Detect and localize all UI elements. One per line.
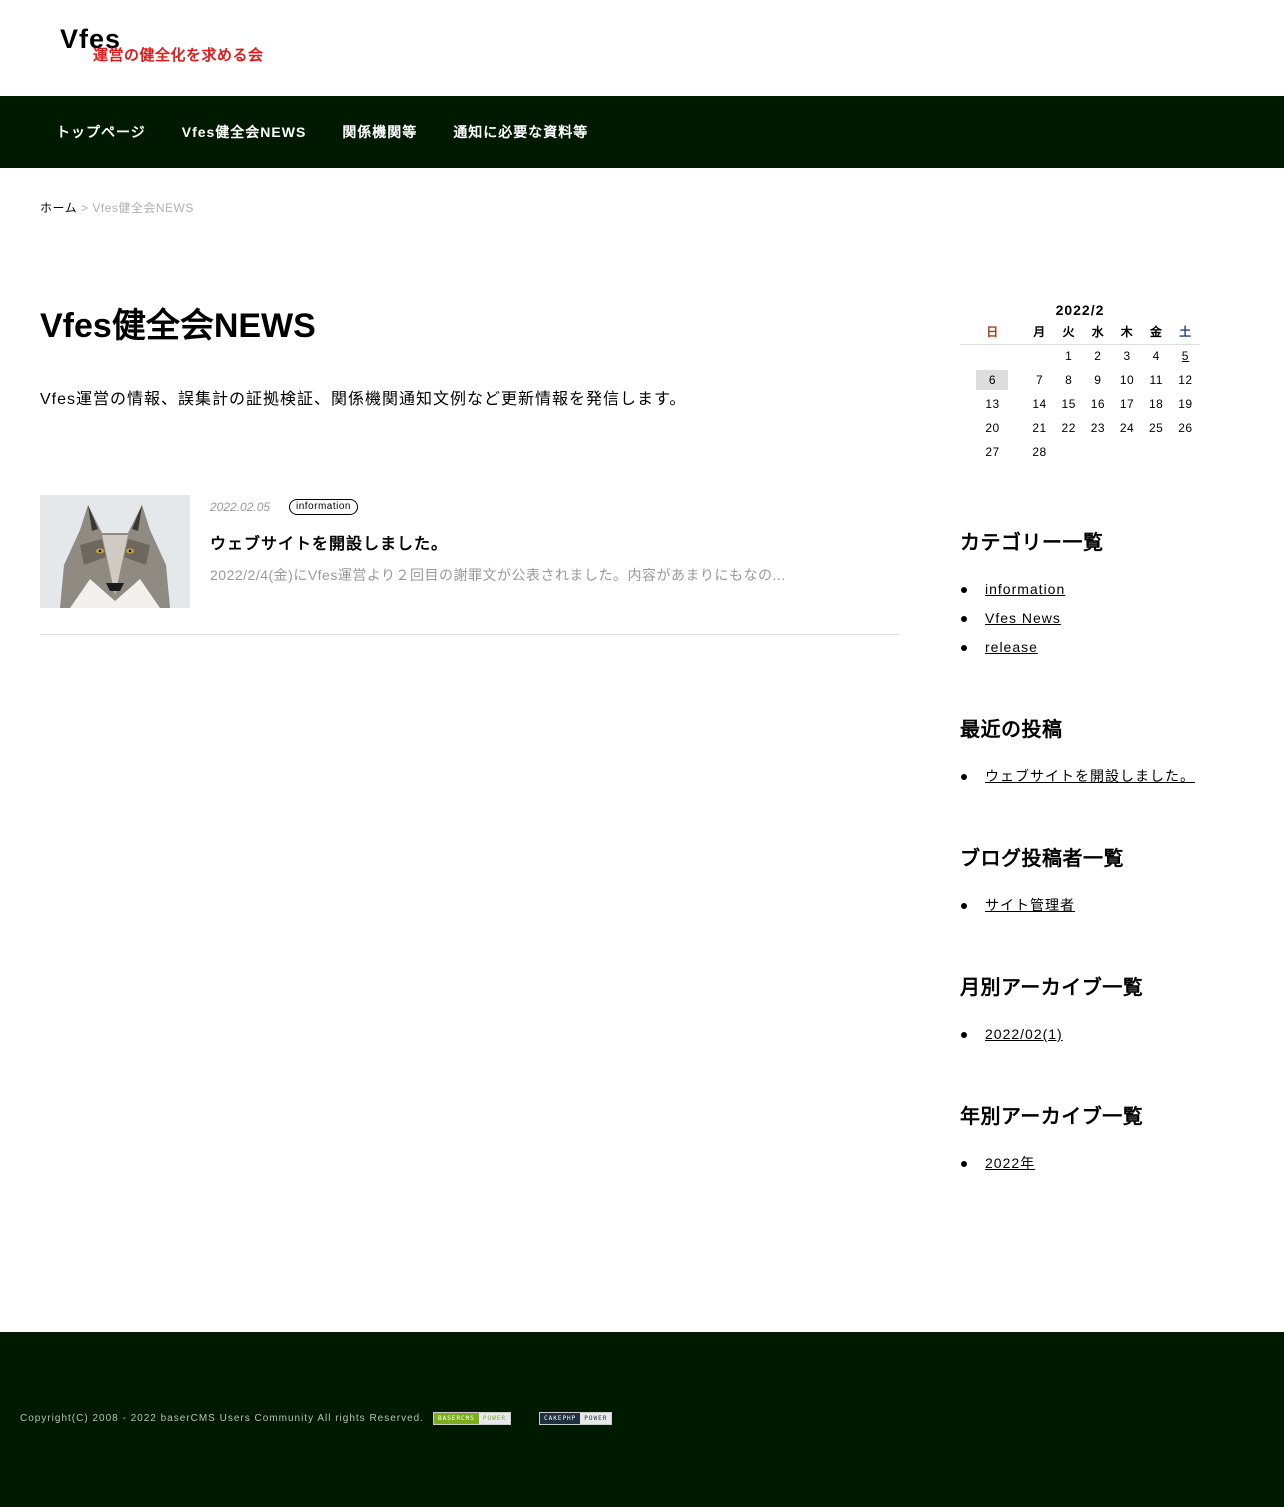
calendar-weekday: 土: [1170, 320, 1200, 345]
recent-posts-widget: 最近の投稿 ウェブサイトを開設しました。: [960, 717, 1220, 791]
calendar-caption: 2022/2: [1055, 302, 1105, 318]
calendar-empty-cell: [1142, 440, 1171, 464]
global-nav: トップページ Vfes健全会NEWS 関係機関等 通知に必要な資料等: [0, 96, 1284, 168]
calendar-day: 12: [1178, 373, 1193, 387]
yearly-archive-link[interactable]: 2022年: [960, 1149, 1220, 1178]
widget-title: カテゴリー一覧: [960, 532, 1104, 554]
logo-sub-text: 運営の健全化を求める会: [93, 47, 264, 64]
breadcrumb: ホーム > Vfes健全会NEWS: [40, 199, 194, 216]
calendar-weekday: 月: [1024, 320, 1055, 345]
calendar-day: 1: [1065, 349, 1073, 364]
site-header: Vfes 運営の健全化を求める会: [0, 0, 1284, 96]
recent-post-link[interactable]: ウェブサイトを開設しました。: [960, 762, 1220, 791]
calendar-day[interactable]: 5: [1171, 344, 1200, 368]
post-excerpt: 2022/2/4(金)にVfes運営より２回目の謝罪文が公表されました。内容があ…: [210, 567, 786, 583]
calendar-day: 25: [1149, 421, 1164, 435]
category-link[interactable]: release: [960, 633, 1220, 662]
post-category-badge[interactable]: information: [289, 499, 358, 515]
calendar-empty-cell: [1112, 440, 1141, 464]
site-footer: Copyright(C) 2008 - 2022 baserCMS Users …: [0, 1332, 1284, 1507]
sidebar: 2022/2 日 月 火 水 木 金 土 1 2 3 4 5 6 7 8 9 10 11 12 13 14…: [960, 300, 1200, 1171]
calendar-weekday: 火: [1054, 320, 1084, 345]
calendar-day: 3: [1123, 349, 1131, 364]
calendar-day: 28: [1032, 445, 1047, 459]
calendar-day: 13: [985, 397, 1000, 411]
page-title: Vfes健全会NEWS: [40, 307, 316, 345]
calendar-empty-cell: [960, 344, 1025, 368]
calendar-day: 9: [1094, 373, 1102, 387]
page-description: Vfes運営の情報、誤集計の証拠検証、関係機関通知文例など更新情報を発信します。: [40, 391, 687, 408]
calendar-day: 27: [985, 445, 1000, 459]
widget-title: 月別アーカイブ一覧: [960, 977, 1144, 999]
breadcrumb-separator: >: [80, 201, 89, 215]
calendar-day: 6: [960, 368, 1025, 392]
monthly-archive-link[interactable]: 2022/02(1): [960, 1020, 1220, 1049]
author-link[interactable]: サイト管理者: [960, 891, 1220, 920]
widget-title: 最近の投稿: [960, 719, 1063, 741]
category-link[interactable]: Vfes News: [960, 604, 1220, 633]
calendar-day: 2: [1094, 349, 1102, 364]
calendar-weekday: 木: [1112, 320, 1142, 345]
copyright-text: Copyright(C) 2008 - 2022 baserCMS Users …: [20, 1413, 425, 1424]
calendar-day: 22: [1061, 421, 1076, 435]
breadcrumb-home-link[interactable]: ホーム: [40, 201, 77, 215]
main-content: Vfes健全会NEWS Vfes運営の情報、誤集計の証拠検証、関係機関通知文例な…: [40, 300, 900, 635]
calendar-day: 10: [1119, 373, 1135, 387]
calendar-day: 17: [1119, 397, 1135, 411]
calendar-empty-cell: [1171, 440, 1200, 464]
calendar-day: 26: [1178, 421, 1193, 435]
calendar-day: 14: [1032, 397, 1047, 411]
post-thumbnail[interactable]: [40, 495, 190, 608]
calendar-day: 21: [1032, 421, 1047, 435]
author-list-widget: ブログ投稿者一覧 サイト管理者: [960, 846, 1220, 920]
post-date: 2022.02.05: [210, 500, 271, 514]
calendar-weekday: 金: [1141, 320, 1171, 345]
category-list-widget: カテゴリー一覧 information Vfes News release: [960, 530, 1220, 662]
basercms-power-badge[interactable]: BASERCMS POWER: [433, 1412, 511, 1425]
calendar-empty-cell: [1054, 440, 1083, 464]
yearly-archive-widget: 年別アーカイブ一覧 2022年: [960, 1104, 1220, 1178]
widget-title: ブログ投稿者一覧: [960, 848, 1124, 870]
post-title-link[interactable]: ウェブサイトを開設しました。: [210, 530, 448, 554]
nav-item-organizations[interactable]: 関係機関等: [324, 122, 435, 142]
calendar-weekday: 日: [960, 320, 1025, 345]
calendar-day: 11: [1149, 373, 1163, 387]
category-link[interactable]: information: [960, 575, 1220, 604]
nav-item-news[interactable]: Vfes健全会NEWS: [164, 122, 325, 142]
calendar-day: 8: [1065, 373, 1073, 387]
blog-calendar: 2022/2 日 月 火 水 木 金 土 1 2 3 4 5 6 7 8 9 10 11 12 13 14…: [960, 300, 1200, 464]
nav-item-documents[interactable]: 通知に必要な資料等: [435, 122, 606, 142]
calendar-table: 日 月 火 水 木 金 土 1 2 3 4 5 6 7 8 9 10 11 12 13 14 15 16 17 1…: [960, 320, 1200, 464]
cakephp-power-badge[interactable]: CAKEPHP POWER: [539, 1412, 613, 1425]
calendar-day: 4: [1152, 349, 1160, 364]
calendar-day: 15: [1061, 397, 1076, 411]
post-list-item: 2022.02.05 information ウェブサイトを開設しました。 20…: [40, 495, 900, 635]
calendar-weekday: 水: [1083, 320, 1113, 345]
site-logo[interactable]: Vfes 運営の健全化を求める会: [60, 24, 263, 68]
nav-item-top[interactable]: トップページ: [38, 122, 164, 142]
wolf-image: [40, 495, 190, 608]
calendar-day: 23: [1090, 421, 1106, 435]
calendar-day: 18: [1149, 397, 1164, 411]
breadcrumb-current: Vfes健全会NEWS: [92, 201, 194, 215]
calendar-day: 7: [1035, 373, 1044, 387]
calendar-day: 24: [1119, 421, 1135, 435]
calendar-day: 19: [1178, 397, 1193, 411]
calendar-empty-cell: [1025, 344, 1054, 368]
calendar-empty-cell: [1083, 440, 1112, 464]
widget-title: 年別アーカイブ一覧: [960, 1106, 1144, 1128]
monthly-archive-widget: 月別アーカイブ一覧 2022/02(1): [960, 975, 1220, 1049]
calendar-day: 20: [985, 421, 1000, 435]
calendar-day: 16: [1090, 397, 1106, 411]
